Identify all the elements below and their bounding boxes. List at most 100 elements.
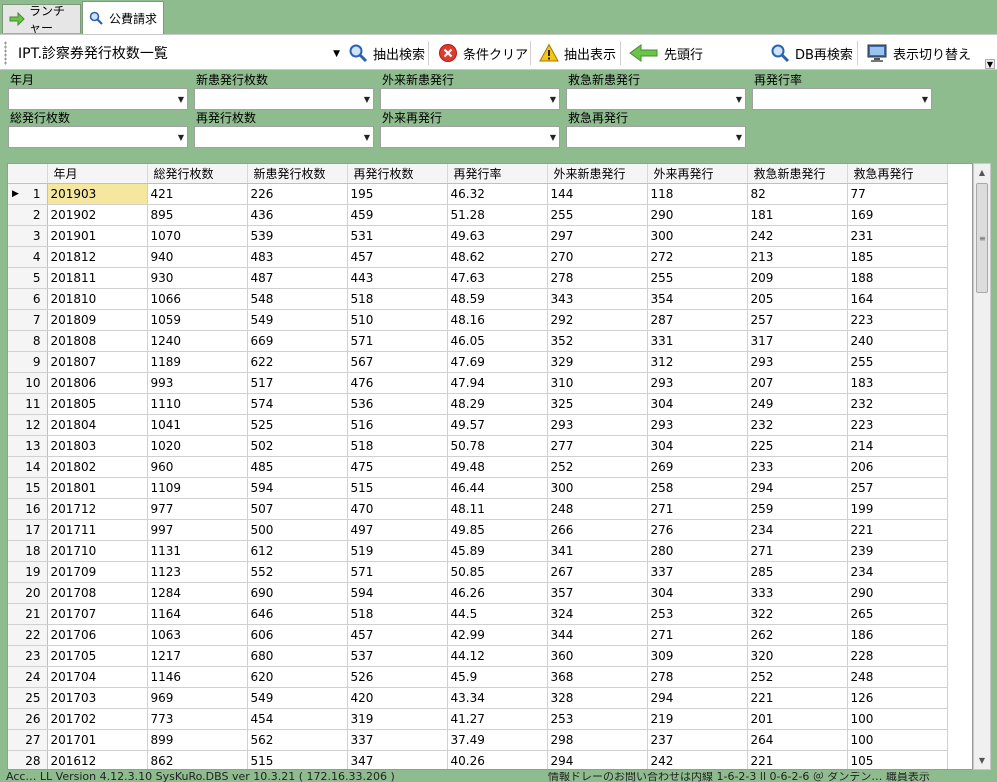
- grid-cell[interactable]: 862: [147, 750, 248, 769]
- grid-cell[interactable]: 105: [847, 750, 948, 769]
- grid-cell[interactable]: 298: [547, 729, 648, 751]
- row-header[interactable]: 17: [8, 519, 48, 541]
- row-header[interactable]: 2: [8, 204, 48, 226]
- column-header[interactable]: 外来再発行: [647, 164, 748, 184]
- grid-cell[interactable]: 46.32: [447, 183, 548, 205]
- grid-cell[interactable]: 548: [247, 288, 348, 310]
- grid-cell[interactable]: 201903: [47, 183, 148, 205]
- grid-cell[interactable]: 1217: [147, 645, 248, 667]
- grid-cell[interactable]: 993: [147, 372, 248, 394]
- grid-cell[interactable]: 552: [247, 561, 348, 583]
- grid-cell[interactable]: 248: [847, 666, 948, 688]
- grid-cell[interactable]: 144: [547, 183, 648, 205]
- grid-cell[interactable]: 309: [647, 645, 748, 667]
- grid-cell[interactable]: 1110: [147, 393, 248, 415]
- grid-cell[interactable]: 258: [647, 477, 748, 499]
- grid-cell[interactable]: 195: [347, 183, 448, 205]
- grid-cell[interactable]: 483: [247, 246, 348, 268]
- grid-cell[interactable]: 310: [547, 372, 648, 394]
- grid-cell[interactable]: 232: [847, 393, 948, 415]
- grid-cell[interactable]: 164: [847, 288, 948, 310]
- grid-cell[interactable]: 357: [547, 582, 648, 604]
- grid-cell[interactable]: 233: [747, 456, 848, 478]
- table-row[interactable]: 11 201805 1110 574 536 48.29 325 304 249 232: [8, 393, 948, 415]
- row-header[interactable]: 26: [8, 708, 48, 730]
- grid-cell[interactable]: 293: [547, 414, 648, 436]
- grid-cell[interactable]: 49.57: [447, 414, 548, 436]
- grid-cell[interactable]: 201902: [47, 204, 148, 226]
- grid-cell[interactable]: 502: [247, 435, 348, 457]
- grid-cell[interactable]: 594: [347, 582, 448, 604]
- column-header[interactable]: 新患発行枚数: [247, 164, 348, 184]
- grid-cell[interactable]: 549: [247, 687, 348, 709]
- grid-cell[interactable]: 118: [647, 183, 748, 205]
- grid-cell[interactable]: 977: [147, 498, 248, 520]
- grid-cell[interactable]: 49.63: [447, 225, 548, 247]
- row-header[interactable]: 12: [8, 414, 48, 436]
- grid-cell[interactable]: 519: [347, 540, 448, 562]
- grid-cell[interactable]: 253: [647, 603, 748, 625]
- table-row[interactable]: 28 201612 862 515 347 40.26 294 242 221 105: [8, 750, 948, 769]
- grid-cell[interactable]: 612: [247, 540, 348, 562]
- grid-cell[interactable]: 1284: [147, 582, 248, 604]
- table-row[interactable]: 8 201808 1240 669 571 46.05 352 331 317 240: [8, 330, 948, 352]
- table-row[interactable]: 23 201705 1217 680 537 44.12 360 309 320 228: [8, 645, 948, 667]
- grid-cell[interactable]: 183: [847, 372, 948, 394]
- grid-cell[interactable]: 126: [847, 687, 948, 709]
- grid-cell[interactable]: 329: [547, 351, 648, 373]
- grid-cell[interactable]: 536: [347, 393, 448, 415]
- grid-cell[interactable]: 41.27: [447, 708, 548, 730]
- grid-cell[interactable]: 249: [747, 393, 848, 415]
- grid-cell[interactable]: 292: [547, 309, 648, 331]
- grid-cell[interactable]: 226: [247, 183, 348, 205]
- column-header[interactable]: 再発行率: [447, 164, 548, 184]
- grid-cell[interactable]: 82: [747, 183, 848, 205]
- grid-cell[interactable]: 680: [247, 645, 348, 667]
- grid-cell[interactable]: 278: [647, 666, 748, 688]
- grid-cell[interactable]: 219: [647, 708, 748, 730]
- table-row[interactable]: 18 201710 1131 612 519 45.89 341 280 271 239: [8, 540, 948, 562]
- report-select[interactable]: IPT.診察券発行枚数一覧 ▼: [12, 43, 342, 65]
- grid-cell[interactable]: 1131: [147, 540, 248, 562]
- grid-cell[interactable]: 324: [547, 603, 648, 625]
- column-header[interactable]: 救急新患発行: [747, 164, 848, 184]
- grid-cell[interactable]: 201703: [47, 687, 148, 709]
- filter-outpatient-reissue[interactable]: ▼: [380, 126, 560, 148]
- row-header[interactable]: 15: [8, 477, 48, 499]
- grid-cell[interactable]: 48.59: [447, 288, 548, 310]
- grid-cell[interactable]: 606: [247, 624, 348, 646]
- grid-cell[interactable]: 201801: [47, 477, 148, 499]
- row-header[interactable]: 9: [8, 351, 48, 373]
- grid-cell[interactable]: 294: [747, 477, 848, 499]
- row-header[interactable]: 8: [8, 330, 48, 352]
- grid-cell[interactable]: 1189: [147, 351, 248, 373]
- grid-cell[interactable]: 312: [647, 351, 748, 373]
- row-header[interactable]: 3: [8, 225, 48, 247]
- row-header[interactable]: 16: [8, 498, 48, 520]
- grid-cell[interactable]: 37.49: [447, 729, 548, 751]
- grid-cell[interactable]: 205: [747, 288, 848, 310]
- grid-cell[interactable]: 221: [847, 519, 948, 541]
- grid-cell[interactable]: 231: [847, 225, 948, 247]
- db-research-button[interactable]: DB再検索: [766, 39, 857, 67]
- grid-cell[interactable]: 201705: [47, 645, 148, 667]
- row-header[interactable]: 19: [8, 561, 48, 583]
- grid-cell[interactable]: 201806: [47, 372, 148, 394]
- grid-cell[interactable]: 201812: [47, 246, 148, 268]
- grid-cell[interactable]: 515: [247, 750, 348, 769]
- filter-reissue-rate[interactable]: ▼: [752, 88, 932, 110]
- grid-cell[interactable]: 201804: [47, 414, 148, 436]
- grid-cell[interactable]: 259: [747, 498, 848, 520]
- grid-cell[interactable]: 257: [747, 309, 848, 331]
- grid-cell[interactable]: 209: [747, 267, 848, 289]
- grid-cell[interactable]: 290: [847, 582, 948, 604]
- grid-cell[interactable]: 47.94: [447, 372, 548, 394]
- table-row[interactable]: 2 201902 895 436 459 51.28 255 290 181 169: [8, 204, 948, 226]
- grid-cell[interactable]: 206: [847, 456, 948, 478]
- row-header[interactable]: 13: [8, 435, 48, 457]
- grid-cell[interactable]: 45.89: [447, 540, 548, 562]
- grid-cell[interactable]: 185: [847, 246, 948, 268]
- grid-cell[interactable]: 201702: [47, 708, 148, 730]
- grid-cell[interactable]: 1164: [147, 603, 248, 625]
- tab-public-billing[interactable]: 公費請求: [82, 1, 164, 34]
